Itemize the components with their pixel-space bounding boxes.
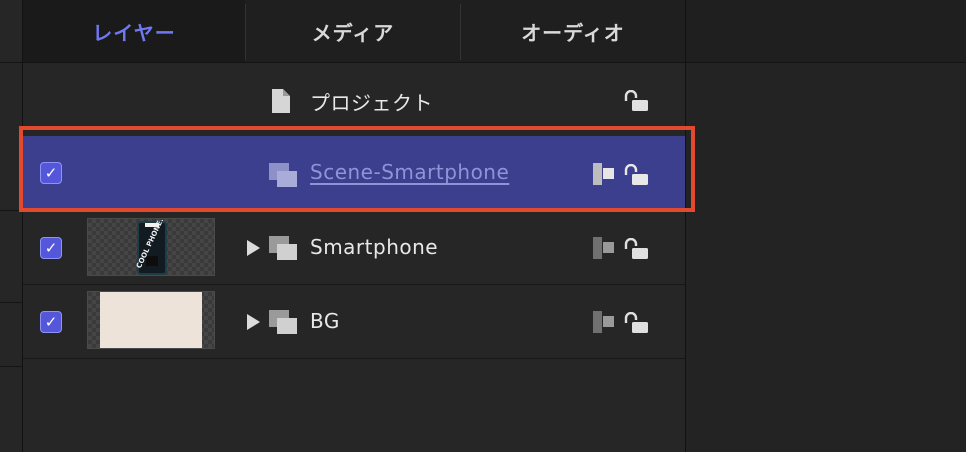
unlock-icon[interactable] xyxy=(623,90,649,112)
project-row[interactable]: プロジェクト xyxy=(23,63,685,135)
canvas-area xyxy=(685,0,966,452)
tab-audio[interactable]: オーディオ xyxy=(461,0,685,62)
smartphone-image: COOL PHONE! xyxy=(136,220,167,275)
layer-thumbnail: COOL PHONE! xyxy=(87,218,215,276)
group-icon xyxy=(269,236,297,260)
layer-visibility-checkbox[interactable]: ✓ xyxy=(40,237,62,259)
layer-visibility-checkbox[interactable]: ✓ xyxy=(40,162,62,184)
unlock-icon[interactable] xyxy=(623,238,649,260)
document-icon xyxy=(272,89,290,113)
layer-name[interactable]: Scene-Smartphone xyxy=(310,160,509,184)
layer-mode-icon[interactable] xyxy=(592,236,616,260)
layer-visibility-checkbox[interactable]: ✓ xyxy=(40,311,62,333)
left-panel-edge xyxy=(0,0,23,452)
layer-mode-icon[interactable] xyxy=(592,162,616,186)
layers-panel: レイヤー メディア オーディオ プロジェクト ✓ Scene-Smartphon… xyxy=(23,0,685,452)
group-icon xyxy=(269,163,297,187)
row-divider xyxy=(23,358,685,359)
layer-row-smartphone[interactable]: ✓ COOL PHONE! Smartphone xyxy=(23,211,685,284)
tab-bar: レイヤー メディア オーディオ xyxy=(23,0,685,63)
project-label: プロジェクト xyxy=(310,91,433,115)
group-icon xyxy=(269,310,297,334)
layer-name[interactable]: Smartphone xyxy=(310,235,438,259)
disclosure-triangle-icon[interactable] xyxy=(247,240,260,256)
tab-layers[interactable]: レイヤー xyxy=(23,0,245,62)
layer-row-scene-smartphone[interactable]: ✓ Scene-Smartphone xyxy=(23,136,685,210)
layer-row-bg[interactable]: ✓ BG xyxy=(23,285,685,358)
right-header xyxy=(686,0,966,63)
tab-media[interactable]: メディア xyxy=(246,0,460,62)
layer-mode-icon[interactable] xyxy=(592,310,616,334)
layer-name[interactable]: BG xyxy=(310,309,340,333)
unlock-icon[interactable] xyxy=(623,164,649,186)
layer-thumbnail xyxy=(87,291,215,349)
disclosure-triangle-icon[interactable] xyxy=(247,314,260,330)
unlock-icon[interactable] xyxy=(623,312,649,334)
bg-color-swatch xyxy=(100,292,202,348)
